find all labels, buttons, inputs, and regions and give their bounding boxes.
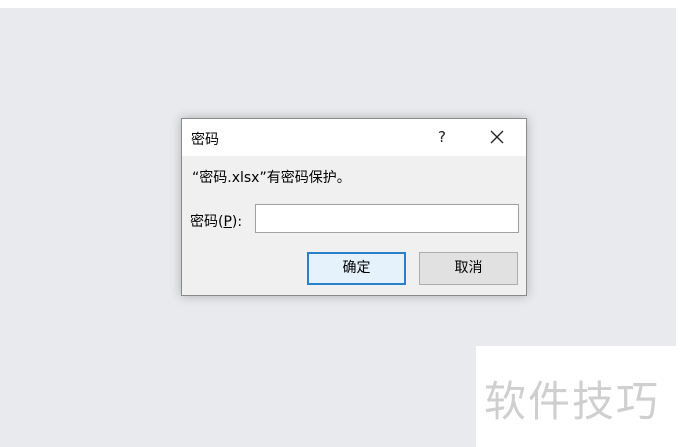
help-icon: ? [438, 128, 446, 146]
cancel-button[interactable]: 取消 [419, 252, 518, 285]
close-button[interactable] [482, 123, 512, 151]
watermark-panel: 软件技巧 [476, 346, 680, 447]
close-icon [490, 130, 504, 144]
password-input[interactable] [255, 204, 519, 233]
password-label: 密码(P): [190, 211, 242, 231]
help-button[interactable]: ? [428, 123, 456, 151]
ok-button[interactable]: 确定 [307, 252, 406, 285]
password-dialog: 密码 ? “密码.xlsx”有密码保护。 密码(P): 确定 取消 [181, 118, 527, 296]
watermark-text: 软件技巧 [484, 377, 661, 426]
password-label-prefix: 密码( [190, 214, 224, 230]
protection-message: “密码.xlsx”有密码保护。 [192, 170, 351, 186]
dialog-titlebar: 密码 ? [182, 119, 526, 156]
dialog-title: 密码 [191, 132, 219, 148]
password-label-mnemonic: P [223, 214, 232, 230]
password-label-suffix: ): [231, 214, 243, 230]
